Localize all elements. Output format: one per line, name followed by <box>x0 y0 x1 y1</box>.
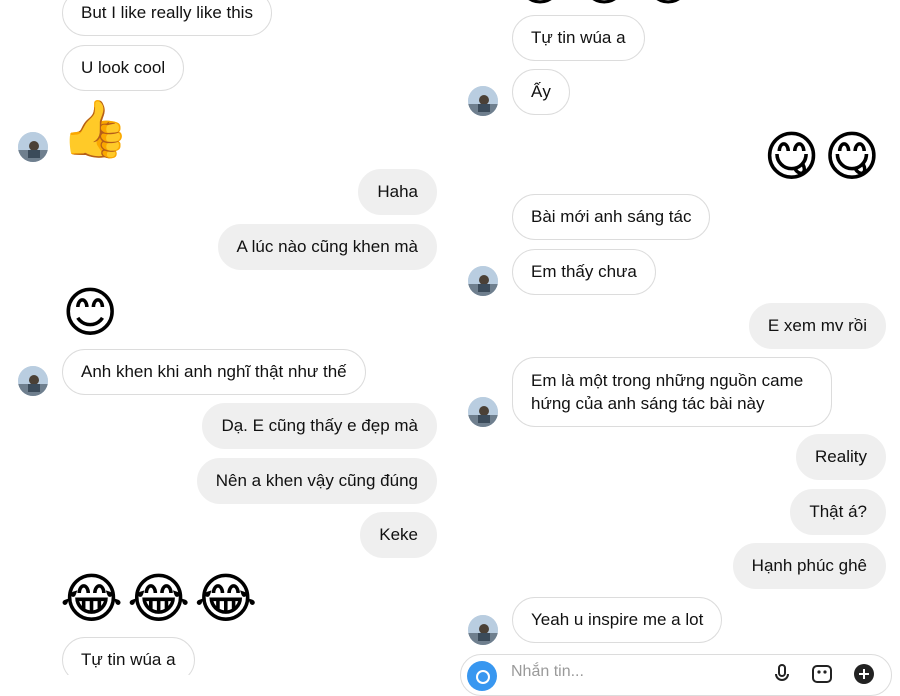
chat-panel-right: 😂😂😂 Tự tin wúa a Ấy 😋😋 Bài mới anh sáng … <box>450 0 900 675</box>
message-incoming[interactable]: Bài mới anh sáng tác <box>512 194 711 240</box>
message-incoming[interactable]: But I like really like this <box>62 0 272 36</box>
camera-icon[interactable] <box>467 661 497 691</box>
message-incoming[interactable]: Tự tin wúa a <box>512 15 645 61</box>
message-outgoing[interactable]: Hạnh phúc ghê <box>732 543 886 589</box>
message-composer[interactable]: Nhắn tin... <box>460 654 892 696</box>
message-input[interactable]: Nhắn tin... <box>511 663 584 681</box>
message-outgoing[interactable]: Thật á? <box>790 489 886 535</box>
message-incoming[interactable]: U look cool <box>62 45 185 91</box>
microphone-icon[interactable] <box>771 663 793 685</box>
contact-avatar[interactable] <box>468 397 498 427</box>
message-incoming[interactable]: Em thấy chưa <box>512 249 656 295</box>
message-outgoing[interactable]: Dạ. E cũng thấy e đẹp mà <box>202 403 437 449</box>
contact-avatar[interactable] <box>18 132 48 162</box>
message-outgoing[interactable]: Nên a khen vậy cũng đúng <box>196 458 437 504</box>
message-outgoing[interactable]: Reality <box>796 434 886 480</box>
message-incoming[interactable]: Yeah u inspire me a lot <box>512 597 723 643</box>
contact-avatar[interactable] <box>18 366 48 396</box>
image-icon[interactable] <box>811 663 833 685</box>
message-outgoing[interactable]: A lúc nào cũng khen mà <box>217 224 437 270</box>
chat-panel-left: But I like really like this U look cool … <box>0 0 450 675</box>
laughing-emoji-group[interactable]: 😂😂😂 <box>60 572 261 626</box>
message-outgoing[interactable]: Haha <box>358 169 437 215</box>
contact-avatar[interactable] <box>468 266 498 296</box>
contact-avatar[interactable] <box>468 615 498 645</box>
message-incoming[interactable]: Em là một trong những nguồn came hứng củ… <box>512 357 832 427</box>
thumbs-up-emoji[interactable]: 👍 <box>60 102 130 158</box>
message-incoming[interactable]: Tự tin wúa a <box>62 637 195 675</box>
contact-avatar[interactable] <box>468 86 498 116</box>
yummy-emoji-group[interactable]: 😋😋 <box>763 130 884 184</box>
message-outgoing[interactable]: Keke <box>360 512 437 558</box>
message-incoming[interactable]: Ấy <box>512 69 570 115</box>
laughing-emoji-group[interactable]: 😂😂😂 <box>512 0 704 8</box>
sticker-icon[interactable] <box>853 663 875 685</box>
message-incoming[interactable]: Anh khen khi anh nghĩ thật như thế <box>62 349 366 395</box>
message-outgoing[interactable]: E xem mv rồi <box>748 303 886 349</box>
smiling-emoji[interactable]: 😊 <box>62 286 118 340</box>
